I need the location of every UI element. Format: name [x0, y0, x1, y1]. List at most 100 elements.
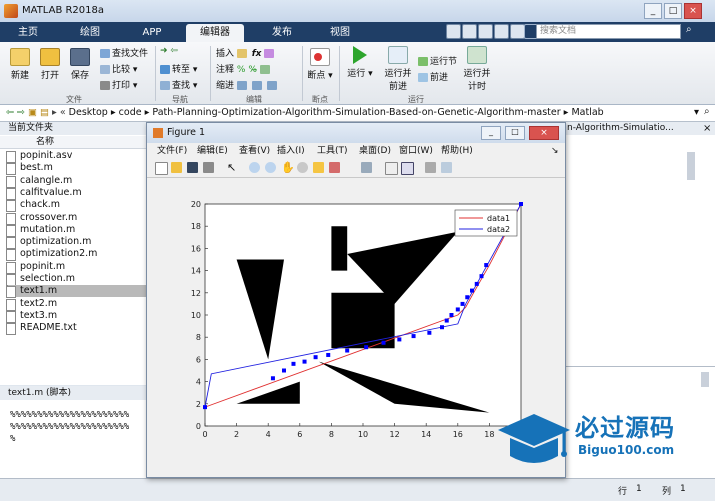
zoom-out-icon[interactable]: [265, 162, 276, 173]
quick-copy-icon[interactable]: [478, 24, 493, 39]
menu-insert[interactable]: 插入(I): [277, 144, 305, 158]
search-folder-icon[interactable]: ⌕: [704, 106, 710, 117]
path-dropdown-icon[interactable]: ▾: [694, 107, 699, 118]
open-button[interactable]: 打开: [36, 48, 64, 81]
menu-window[interactable]: 窗口(W): [399, 144, 433, 158]
file-list-item[interactable]: text3.m: [6, 310, 148, 323]
search-documentation-input[interactable]: 搜索文档: [536, 24, 681, 39]
indent-button[interactable]: 缩进: [216, 78, 279, 91]
menu-edit[interactable]: 编辑(E): [197, 144, 228, 158]
editor-close-icon[interactable]: ×: [703, 123, 711, 134]
file-list-item[interactable]: README.txt: [6, 322, 148, 336]
comment-button[interactable]: 注释 % %̶: [216, 62, 272, 75]
browse-folder-icon[interactable]: ▤: [40, 107, 49, 118]
breakpoints-button[interactable]: 断点 ▾: [306, 48, 334, 81]
file-list-item[interactable]: calangle.m: [6, 175, 148, 188]
goto-button[interactable]: 转至 ▾: [160, 62, 197, 75]
file-list-item[interactable]: popinit.asv: [6, 150, 148, 163]
obstacle-shape: [331, 292, 395, 349]
save-button[interactable]: 保存: [66, 48, 94, 81]
address-bar[interactable]: ⇦ ⇨ ▣ ▤ ▸ « Desktop ▸ code ▸ Path-Planni…: [0, 105, 715, 122]
save-figure-icon[interactable]: [187, 162, 198, 173]
print-figure-icon[interactable]: [203, 162, 214, 173]
back-arrow-icon[interactable]: ⇦: [6, 107, 14, 118]
find-files-button[interactable]: 查找文件: [100, 46, 148, 59]
file-list-item[interactable]: text2.m: [6, 298, 148, 311]
x-tick-label: 6: [297, 430, 302, 439]
figure-close-button[interactable]: ×: [529, 126, 559, 140]
find-button[interactable]: 查找 ▾: [160, 78, 197, 91]
menu-desktop[interactable]: 桌面(D): [359, 144, 391, 158]
insert-button[interactable]: 插入 fx: [216, 46, 276, 59]
editor-scrollbar[interactable]: [687, 152, 695, 180]
tab-apps[interactable]: APP: [132, 24, 172, 42]
run-and-time-button[interactable]: 运行并 计时: [460, 46, 494, 92]
menu-tools[interactable]: 工具(T): [317, 144, 348, 158]
new-figure-icon[interactable]: [155, 162, 168, 175]
rotate-icon[interactable]: [297, 162, 308, 173]
show-tools-icon[interactable]: [441, 162, 452, 173]
tab-home[interactable]: 主页: [8, 24, 48, 42]
new-button[interactable]: 新建: [6, 48, 34, 81]
file-list-item[interactable]: optimization2.m: [6, 248, 148, 262]
open-file-icon[interactable]: [171, 162, 182, 173]
redo-icon[interactable]: [510, 24, 525, 39]
file-list-item[interactable]: optimization.m: [6, 236, 148, 250]
menu-dock-icon[interactable]: ↘: [551, 144, 559, 158]
minimize-button[interactable]: _: [644, 3, 662, 19]
quick-cut-icon[interactable]: [462, 24, 477, 39]
zoom-in-icon[interactable]: [249, 162, 260, 173]
brush-icon[interactable]: [329, 162, 340, 173]
editor-tab[interactable]: n-Algorithm-Simulatio...: [555, 122, 715, 135]
run-button[interactable]: 运行 ▾: [346, 46, 374, 79]
path-segment-desktop[interactable]: Desktop: [69, 107, 108, 118]
file-list-item[interactable]: best.m: [6, 162, 148, 176]
pan-icon[interactable]: ✋: [281, 161, 295, 174]
figure-maximize-button[interactable]: □: [505, 126, 525, 140]
pointer-icon[interactable]: ↖: [227, 161, 236, 174]
search-icon[interactable]: ⌕: [686, 24, 698, 37]
file-list-item[interactable]: mutation.m: [6, 224, 148, 237]
file-list-item[interactable]: chack.m: [6, 199, 148, 213]
file-list-item[interactable]: calfitvalue.m: [6, 187, 148, 200]
forward-arrow-icon[interactable]: ⇨: [17, 107, 25, 118]
quick-save-icon[interactable]: [446, 24, 461, 39]
run-section-button[interactable]: 运行节: [418, 54, 457, 67]
legend-icon[interactable]: [401, 162, 414, 175]
column-header-name[interactable]: 名称: [0, 136, 150, 149]
file-list-item[interactable]: text1.m: [6, 285, 150, 299]
colorbar-icon[interactable]: [385, 162, 398, 175]
back-forward-icon[interactable]: ➜ ⇦: [160, 46, 178, 56]
x-tick-label: 12: [390, 430, 400, 439]
figure-title-bar[interactable]: Figure 1: [147, 123, 565, 143]
run-and-advance-button[interactable]: 运行并 前进: [382, 46, 414, 92]
link-plot-icon[interactable]: [361, 162, 372, 173]
advance-label: 前进: [430, 73, 449, 83]
file-list-item[interactable]: crossover.m: [6, 212, 148, 225]
path-segment-matlab[interactable]: Matlab: [571, 107, 603, 118]
maximize-button[interactable]: □: [664, 3, 682, 19]
menu-help[interactable]: 帮助(H): [441, 144, 473, 158]
path-segment-project[interactable]: Path-Planning-Optimization-Algorithm-Sim…: [152, 107, 560, 118]
tab-view[interactable]: 视图: [320, 24, 360, 42]
tab-plots[interactable]: 绘图: [70, 24, 110, 42]
file-list-item[interactable]: selection.m: [6, 273, 148, 286]
hide-tools-icon[interactable]: [425, 162, 436, 173]
path-segment-code[interactable]: code: [119, 107, 142, 118]
compare-button[interactable]: 比较 ▾: [100, 62, 137, 75]
menu-view[interactable]: 查看(V): [239, 144, 270, 158]
file-icon: [6, 212, 16, 225]
file-list-item[interactable]: popinit.m: [6, 261, 148, 274]
command-window-scrollbar[interactable]: [701, 372, 709, 387]
menu-file[interactable]: 文件(F): [157, 144, 187, 158]
data-cursor-icon[interactable]: [313, 162, 324, 173]
tab-publish[interactable]: 发布: [262, 24, 302, 42]
tab-editor[interactable]: 编辑器: [186, 24, 244, 42]
file-icon: [6, 261, 16, 274]
figure-minimize-button[interactable]: _: [481, 126, 501, 140]
close-button[interactable]: ×: [684, 3, 702, 19]
undo-icon[interactable]: [494, 24, 509, 39]
advance-button[interactable]: 前进: [418, 70, 448, 83]
print-button[interactable]: 打印 ▾: [100, 78, 137, 91]
up-folder-icon[interactable]: ▣: [28, 107, 37, 118]
